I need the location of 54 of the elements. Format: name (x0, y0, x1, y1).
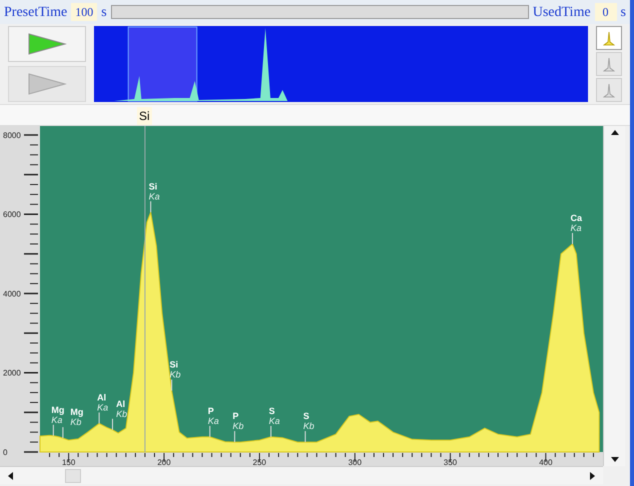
scroll-down-icon (610, 457, 618, 462)
peak-icon (603, 56, 615, 72)
scroll-thumb[interactable] (65, 468, 81, 482)
leader-line (171, 379, 172, 392)
x-tick-label: 400 (539, 458, 552, 466)
leader-line (270, 425, 272, 438)
start-button[interactable] (8, 26, 86, 62)
used-time-label: UsedTime (532, 4, 591, 22)
peak-label: S Ka (268, 406, 280, 426)
leader-line (572, 232, 573, 244)
cursor-element-label: Si (136, 107, 152, 125)
scroll-up-icon (610, 130, 618, 135)
leader-line (98, 412, 100, 424)
leader-line (112, 418, 114, 430)
preset-time-label: PresetTime (4, 4, 68, 22)
x-tick-label: 150 (62, 458, 76, 466)
peak-label: Ca Ka (570, 212, 582, 233)
used-time-unit: s (620, 4, 626, 22)
leader-line (234, 430, 236, 443)
y-tick-label: 8000 (3, 131, 21, 140)
horizontal-scrollbar[interactable] (0, 466, 603, 484)
scroll-left-icon (8, 472, 13, 480)
peak-icon (603, 82, 615, 98)
leader-line (150, 200, 152, 213)
leader-line (304, 430, 306, 443)
peak-label: Mg Kb (70, 407, 84, 428)
y-tick-label: 0 (3, 448, 8, 457)
peak-label: P Ka (208, 406, 219, 426)
leader-line (62, 426, 64, 439)
peak-icon (603, 30, 615, 46)
y-tick-label: 4000 (3, 290, 21, 298)
peak-view-button[interactable] (596, 52, 622, 76)
y-tick-label: 2000 (3, 368, 21, 378)
x-tick-label: 350 (444, 458, 457, 466)
leader-line (52, 424, 54, 436)
peak-label: Mg Ka (51, 404, 64, 425)
peak-label: P Kb (232, 411, 244, 432)
peak-view-button[interactable] (596, 78, 622, 102)
peak-view-button[interactable] (596, 26, 622, 50)
leader-line (209, 425, 210, 438)
x-tick-label: 250 (252, 458, 266, 466)
y-tick-label: 6000 (3, 210, 21, 220)
x-tick-label: 300 (348, 458, 362, 466)
scroll-right-icon (590, 472, 595, 480)
preset-time-unit: s (101, 4, 107, 22)
peak-label: Si Ka (148, 181, 160, 202)
peak-label: Al Ka (97, 392, 108, 412)
vertical-scrollbar[interactable] (603, 126, 625, 466)
used-time-value: 0 (594, 3, 617, 21)
x-tick-label: 200 (157, 458, 171, 466)
peak-label: S Kb (303, 411, 314, 432)
peak-label: Si Kb (170, 360, 181, 380)
preset-time-value: 100 (71, 3, 98, 21)
peak-label: Al Kb (116, 398, 128, 419)
